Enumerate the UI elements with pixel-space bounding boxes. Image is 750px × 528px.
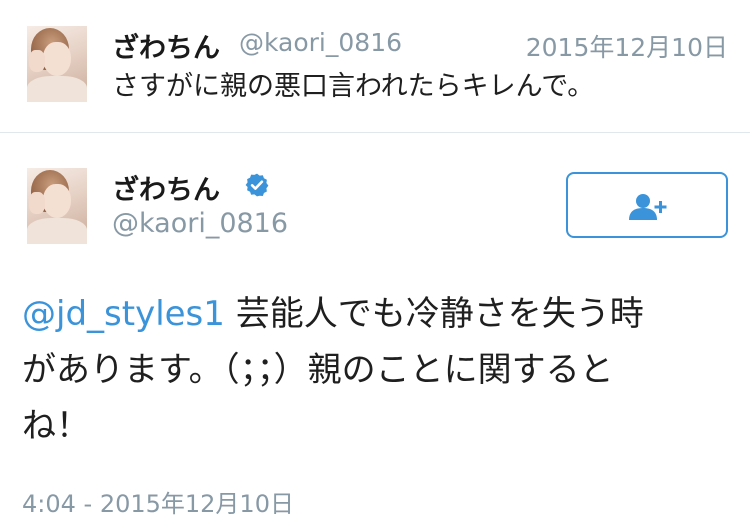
tweet-body-line: @jd_styles1 芸能人でも冷静さを失う時: [22, 286, 728, 342]
tweet-timestamp[interactable]: 4:04 - 2015年12月10日: [22, 484, 294, 519]
mention-link[interactable]: @jd_styles1: [22, 294, 225, 334]
tweet-page: ざわちん @kaori_0816 2015年12月10日 さすがに親の悪口言われ…: [0, 0, 750, 528]
user-handle[interactable]: @kaori_0816: [112, 208, 288, 239]
display-name[interactable]: ざわちん: [112, 168, 220, 207]
display-name[interactable]: ざわちん: [112, 26, 220, 65]
tweet-body-text: 芸能人でも冷静さを失う時: [224, 294, 644, 334]
tweet-text: さすがに親の悪口言われたらキレんで。: [112, 71, 595, 102]
divider: [0, 132, 750, 133]
tweet-body: @jd_styles1 芸能人でも冷静さを失う時 があります。（；；）親のことに…: [22, 286, 728, 454]
user-handle[interactable]: @kaori_0816: [239, 28, 402, 57]
add-user-icon: [629, 194, 667, 220]
avatar[interactable]: [27, 26, 87, 102]
tweet-body-line: があります。（；；）親のことに関すると: [22, 350, 614, 390]
verified-badge-icon: [245, 173, 269, 197]
avatar[interactable]: [27, 168, 87, 244]
follow-button[interactable]: [566, 172, 728, 238]
tweet-body-line: ね！: [22, 406, 90, 446]
tweet-date[interactable]: 2015年12月10日: [526, 28, 728, 64]
